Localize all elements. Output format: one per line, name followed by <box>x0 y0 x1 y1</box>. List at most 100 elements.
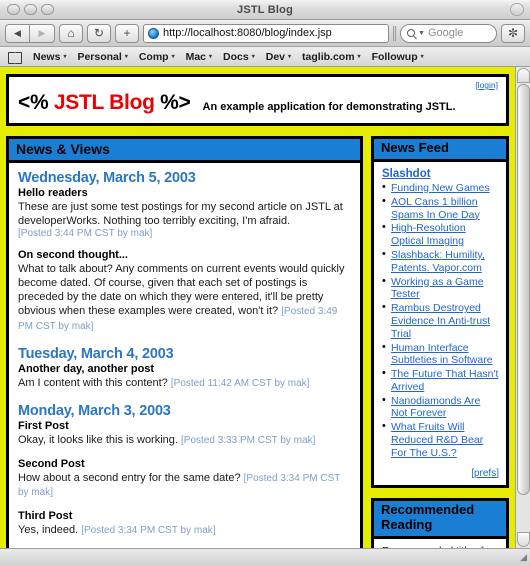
post-text: How about a second entry for the same da… <box>18 471 241 484</box>
logo-close-tag: %> <box>154 91 191 114</box>
scrollbar-track[interactable] <box>515 83 530 532</box>
bookmark-dev[interactable]: Dev ▾ <box>266 51 291 63</box>
feed-item-link[interactable]: Slashback: Humility, Patents. Vapor.com <box>391 249 485 274</box>
list-item: High-Resolution Optical Imaging <box>382 221 499 248</box>
search-input[interactable]: ▼ Google <box>400 23 497 43</box>
bookmark-comp[interactable]: Comp ▾ <box>139 51 175 63</box>
scroll-up-button[interactable] <box>516 68 530 83</box>
bookmark-mac[interactable]: Mac ▾ <box>186 51 212 63</box>
content-columns: News & Views Wednesday, March 5, 2003 He… <box>6 136 509 548</box>
blog-post: On second thought... What to talk about?… <box>18 249 351 334</box>
bug-icon: ✼ <box>507 26 519 40</box>
feed-item-list: Funding New Games AOL Cans 1 billion Spa… <box>382 181 499 460</box>
blog-post: Third Post Yes, indeed. [Posted 3:34 PM … <box>18 510 351 538</box>
home-button[interactable]: ⌂ <box>59 23 83 43</box>
blog-post: Another day, another post Am I content w… <box>18 363 351 391</box>
resize-grip-icon[interactable]: ◢ <box>520 552 527 562</box>
chevron-down-icon: ▾ <box>209 54 213 60</box>
chevron-down-icon: ▾ <box>171 54 175 60</box>
bookmark-news[interactable]: News ▾ <box>33 51 66 63</box>
post-title: Third Post <box>18 510 73 523</box>
chevron-down-icon: ▾ <box>63 54 67 60</box>
list-item: Slashback: Humility, Patents. Vapor.com <box>382 248 499 275</box>
status-bar: ◢ <box>0 548 530 565</box>
post-title: Second Post <box>18 457 85 470</box>
back-arrow-icon: ◀ <box>14 27 21 38</box>
feed-item-link[interactable]: Rambus Destroyed Evidence In Anti-trust … <box>391 302 490 340</box>
feed-item-link[interactable]: What Fruits Will Reduced R&D Bear For Th… <box>391 421 483 459</box>
site-tagline: An example application for demonstrating… <box>202 101 456 113</box>
zoom-button[interactable] <box>41 4 54 15</box>
reload-button[interactable]: ↻ <box>87 23 111 43</box>
feed-item-link[interactable]: The Future That Hasn't Arrived <box>391 368 498 393</box>
back-button[interactable]: ◀ <box>5 23 30 43</box>
logo-open-tag: <% <box>18 91 54 114</box>
feed-item-link[interactable]: Funding New Games <box>391 182 490 194</box>
login-link[interactable]: [login] <box>475 80 498 90</box>
search-placeholder: Google <box>427 27 464 39</box>
news-feed-panel: News Feed Slashdot Funding New Games AOL… <box>371 136 509 488</box>
title-bar: JSTL Blog <box>0 0 530 20</box>
list-item: Nanodiamonds Are Not Forever <box>382 394 499 421</box>
sidebar-column: News Feed Slashdot Funding New Games AOL… <box>371 136 509 548</box>
chevron-down-icon: ▼ <box>418 29 425 37</box>
address-bar[interactable]: http://localhost:8080/blog/index.jsp <box>143 23 389 43</box>
close-button[interactable] <box>7 4 20 15</box>
report-bug-button[interactable]: ✼ <box>501 23 525 43</box>
post-body: These are just some test postings for my… <box>18 200 351 228</box>
add-bookmark-button[interactable]: + <box>115 23 139 43</box>
scroll-down-button[interactable] <box>516 532 530 547</box>
feed-item-link[interactable]: Nanodiamonds Are Not Forever <box>391 395 480 420</box>
recommended-reading-body: Recommended titles for Java and general … <box>374 539 506 548</box>
bookmark-docs[interactable]: Docs ▾ <box>223 51 255 63</box>
search-icon <box>407 29 415 37</box>
window-title: JSTL Blog <box>237 3 293 16</box>
forward-button[interactable]: ▶ <box>30 23 55 43</box>
bookmark-label: Followup <box>371 50 418 63</box>
bookmark-personal[interactable]: Personal ▾ <box>77 51 127 63</box>
entry-date: Wednesday, March 5, 2003 <box>18 170 196 187</box>
list-item: Rambus Destroyed Evidence In Anti-trust … <box>382 301 499 340</box>
page-viewport: [login] <% JSTL Blog %> An example appli… <box>0 67 530 548</box>
browser-window: JSTL Blog ◀ ▶ ⌂ ↻ + http://localhost:808… <box>0 0 530 565</box>
post-text: Okay, it looks like this is working. <box>18 433 178 446</box>
site-logo: <% JSTL Blog %> <box>18 91 191 115</box>
post-timestamp: [Posted 3:44 PM CST by mak] <box>18 228 153 240</box>
chevron-down-icon: ▾ <box>420 54 424 60</box>
vertical-scrollbar[interactable] <box>515 67 530 548</box>
bookmark-taglib[interactable]: taglib.com ▾ <box>302 51 361 63</box>
blog-page: [login] <% JSTL Blog %> An example appli… <box>0 67 515 548</box>
chevron-down-icon: ▾ <box>251 54 255 60</box>
chevron-down-icon: ▾ <box>357 54 361 60</box>
main-column: News & Views Wednesday, March 5, 2003 He… <box>6 136 363 548</box>
post-text: These are just some test postings for my… <box>18 201 343 228</box>
bookmark-followup[interactable]: Followup ▾ <box>372 51 424 63</box>
post-title: Hello readers <box>18 187 88 200</box>
plus-icon: + <box>123 26 131 40</box>
site-masthead: [login] <% JSTL Blog %> An example appli… <box>6 74 509 126</box>
post-title: Another day, another post <box>18 363 155 376</box>
blog-post: First Post Okay, it looks like this is w… <box>18 420 351 448</box>
show-all-bookmarks-icon[interactable] <box>8 51 22 64</box>
post-title: First Post <box>18 419 69 432</box>
feed-item-link[interactable]: AOL Cans 1 billion Spams In One Day <box>391 196 480 221</box>
post-body: How about a second entry for the same da… <box>18 471 351 501</box>
feed-item-link[interactable]: Human Interface Subtleties in Software <box>391 342 493 367</box>
toolbar-toggle-button[interactable] <box>510 3 524 16</box>
bookmark-label: Personal <box>77 50 122 63</box>
feed-item-link[interactable]: High-Resolution Optical Imaging <box>391 222 466 247</box>
globe-icon <box>148 27 159 39</box>
recommended-reading-panel: Recommended Reading Recommended titles f… <box>371 497 509 548</box>
minimize-button[interactable] <box>24 4 37 15</box>
list-item: Working as a Game Tester <box>382 275 499 302</box>
bookmark-label: Comp <box>138 50 169 63</box>
feed-source-link[interactable]: Slashdot <box>382 168 499 180</box>
feed-item-link[interactable]: Working as a Game Tester <box>391 276 484 301</box>
news-views-panel: News & Views Wednesday, March 5, 2003 He… <box>6 136 363 548</box>
window-controls <box>7 4 54 15</box>
bookmarks-bar: News ▾ Personal ▾ Comp ▾ Mac ▾ Docs ▾ De… <box>0 47 530 67</box>
list-item: AOL Cans 1 billion Spams In One Day <box>382 195 499 222</box>
news-feed-prefs-link[interactable]: [prefs] <box>471 468 499 479</box>
scrollbar-thumb[interactable] <box>516 84 530 496</box>
bookmark-label: taglib.com <box>302 50 355 63</box>
